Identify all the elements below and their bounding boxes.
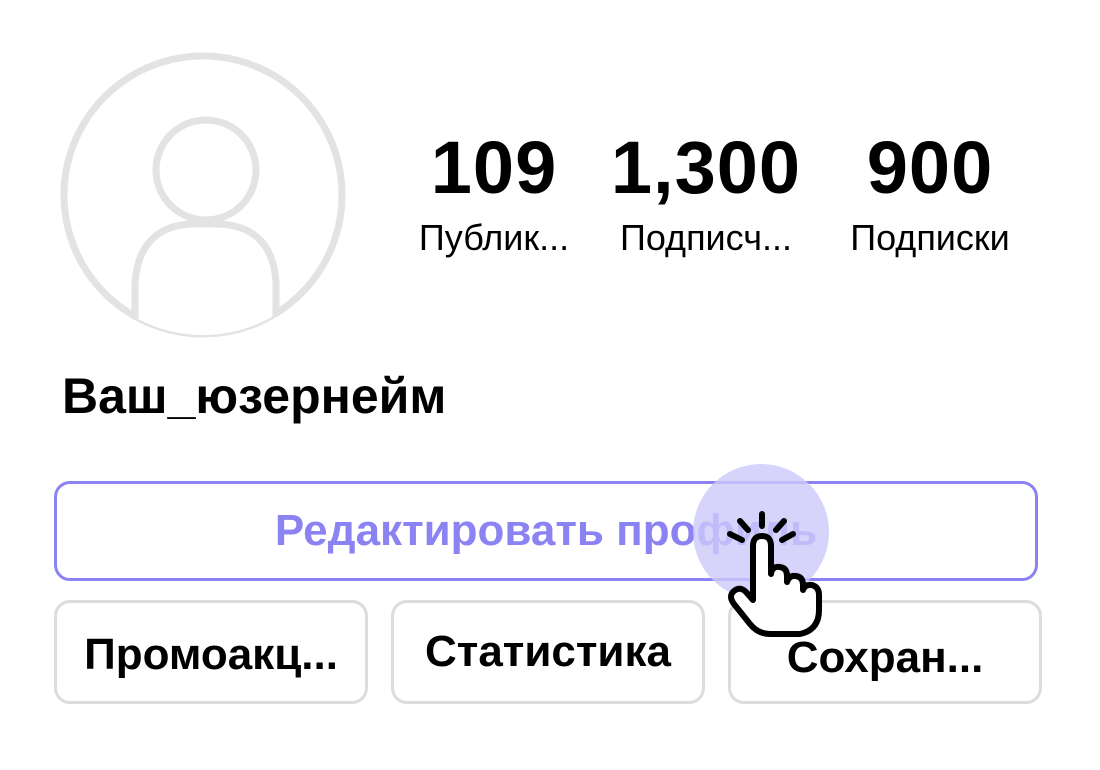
posts-label: Публик... [418,217,570,258]
profile-page: 109 Публик... 1,300 Подписч... 900 Подпи… [0,0,1100,770]
statistics-button[interactable]: Статистика [391,600,705,704]
posts-count: 109 [430,126,558,209]
username: Ваш_юзернейм [62,368,447,424]
followers-count: 1,300 [610,126,802,209]
stat-posts[interactable]: 109 Публик... [402,128,586,260]
stat-following[interactable]: 900 Подписки [824,128,1036,260]
followers-label: Подписч... [619,217,793,258]
stat-followers[interactable]: 1,300 Подписч... [600,128,812,260]
saved-button[interactable]: Сохран... [728,600,1042,704]
edit-profile-button[interactable]: Редактировать профиль [54,481,1038,581]
stats-row: 109 Публик... 1,300 Подписч... 900 Подпи… [0,128,1100,268]
promotions-button[interactable]: Промоакц... [54,600,368,704]
following-count: 900 [866,126,994,209]
following-label: Подписки [850,217,1010,258]
